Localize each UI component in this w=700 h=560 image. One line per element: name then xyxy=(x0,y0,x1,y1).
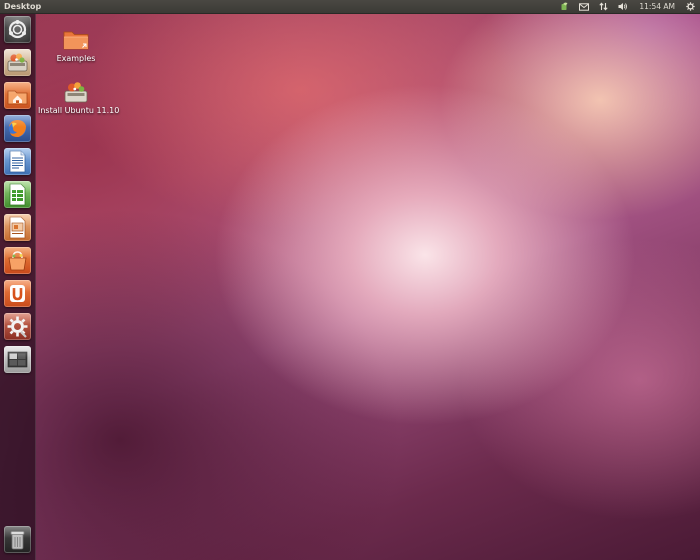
desktop-icon-examples[interactable]: Examples xyxy=(52,28,100,63)
messaging-icon[interactable] xyxy=(555,0,574,13)
launcher-libreoffice-impress[interactable] xyxy=(4,214,31,241)
network-icon[interactable] xyxy=(594,0,613,13)
ubuntu-logo-icon xyxy=(8,20,27,39)
settings-icon xyxy=(7,316,28,338)
trash-icon xyxy=(10,531,25,550)
launcher-ubuntu-one[interactable] xyxy=(4,280,31,307)
installer-icon xyxy=(62,80,90,104)
impress-icon xyxy=(9,216,26,239)
indicator-area: 11:54 AM xyxy=(555,0,700,13)
writer-icon xyxy=(9,150,26,173)
firefox-icon xyxy=(9,120,26,138)
launcher xyxy=(0,14,36,560)
clock[interactable]: 11:54 AM xyxy=(633,0,681,13)
calc-icon xyxy=(9,183,26,206)
launcher-software-center[interactable] xyxy=(4,247,31,274)
folder-icon xyxy=(62,28,90,52)
installer-icon xyxy=(7,53,28,72)
panel-app-title: Desktop xyxy=(4,2,42,11)
top-panel: Desktop 11:54 AM xyxy=(0,0,700,14)
ubuntu-one-icon xyxy=(10,285,25,302)
launcher-install-ubuntu[interactable] xyxy=(4,49,31,76)
dash-home-button[interactable] xyxy=(4,16,31,43)
volume-icon[interactable] xyxy=(613,0,633,13)
session-gear-icon[interactable] xyxy=(681,0,700,13)
software-center-icon xyxy=(8,251,27,271)
home-folder-icon xyxy=(7,90,28,105)
desktop-screen: Desktop 11:54 AM Examples Install Ubuntu… xyxy=(0,0,700,560)
launcher-libreoffice-writer[interactable] xyxy=(4,148,31,175)
launcher-libreoffice-calc[interactable] xyxy=(4,181,31,208)
desktop-icon-label: Install Ubuntu 11.10 xyxy=(38,106,120,115)
launcher-trash[interactable] xyxy=(4,526,31,553)
launcher-home-folder[interactable] xyxy=(4,82,31,109)
desktop-icon-install-ubuntu[interactable]: Install Ubuntu 11.10 xyxy=(38,80,120,115)
mail-icon[interactable] xyxy=(574,0,594,13)
launcher-system-settings[interactable] xyxy=(4,313,31,340)
launcher-workspace-switcher[interactable] xyxy=(4,346,31,373)
launcher-firefox[interactable] xyxy=(4,115,31,142)
workspace-switcher-icon xyxy=(7,351,28,368)
desktop-icon-label: Examples xyxy=(56,54,96,63)
